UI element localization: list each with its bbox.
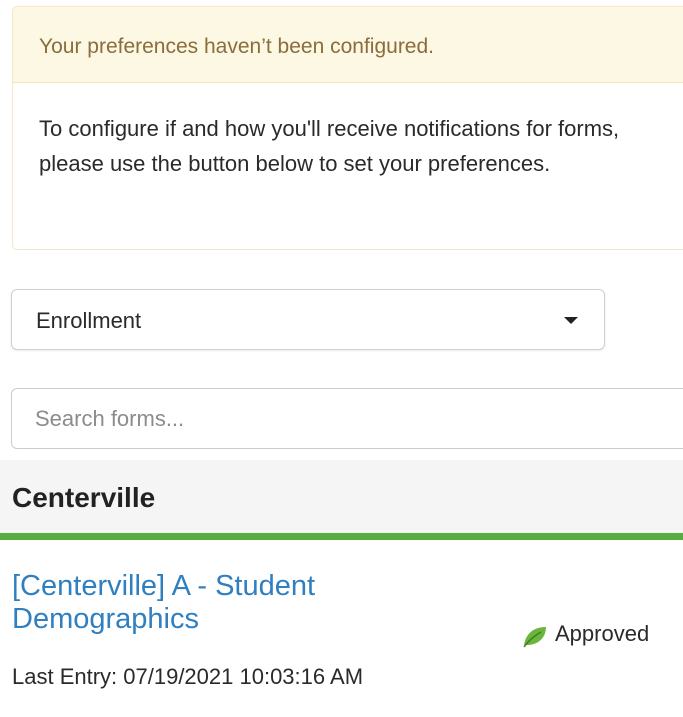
group-header: Centerville <box>0 460 683 540</box>
last-entry-timestamp: Last Entry: 07/19/2021 10:03:16 AM <box>12 664 364 689</box>
alert-heading: Your preferences haven’t been configured… <box>13 7 683 83</box>
status-label: Approved <box>555 621 650 646</box>
group-title: Centerville <box>12 482 156 513</box>
alert-message: To configure if and how you'll receive n… <box>39 116 620 176</box>
preferences-alert: Your preferences haven’t been configured… <box>12 6 683 250</box>
search-forms-input[interactable] <box>11 388 683 449</box>
caret-down-icon <box>564 317 578 324</box>
status-badge: Approved <box>522 619 649 649</box>
leaf-icon <box>523 627 546 648</box>
category-select[interactable]: Enrollment <box>11 289 605 350</box>
category-select-value: Enrollment <box>36 308 142 333</box>
form-title-link[interactable]: [Centerville] A - Student Demographics <box>12 570 472 636</box>
